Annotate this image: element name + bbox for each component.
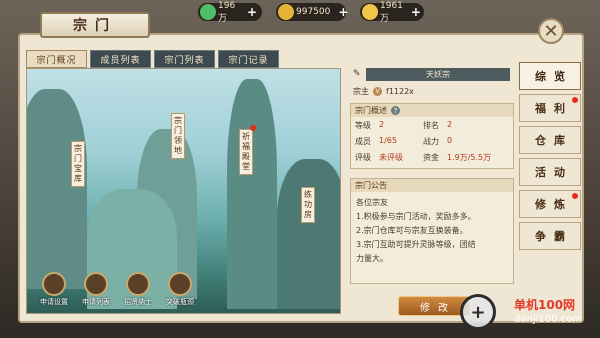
add-ingot-button[interactable]: + xyxy=(338,5,348,19)
help-icon[interactable]: ? xyxy=(391,106,400,115)
side-menu: 综览 福利 仓库 活动 修炼 争霸 xyxy=(519,62,581,254)
side-menu-overview[interactable]: 综览 xyxy=(519,62,581,90)
watermark-logo-icon: + xyxy=(460,294,496,330)
notice-box: 宗门公告 各位宗友 1.积极参与宗门活动，奖励多多。 2.宗门仓库可与宗友互换装… xyxy=(350,178,514,284)
ingot-resource: 997500 + xyxy=(276,3,348,21)
building-label-land[interactable]: 宗门领地 xyxy=(171,113,185,159)
building-label-training[interactable]: 练功房 xyxy=(301,187,315,223)
tab-bar: 宗门概况 成员列表 宗门列表 宗门记录 xyxy=(26,50,279,68)
scene-actions: 申请设置 申请列表 招贤纳士 突破瓶颈 xyxy=(35,272,199,307)
notice-text: 各位宗友 1.积极参与宗门活动，奖励多多。 2.宗门仓库可与宗友互换装备。 3.… xyxy=(356,198,476,263)
add-jade-button[interactable]: + xyxy=(247,5,257,19)
close-icon: ✕ xyxy=(543,20,559,42)
overview-box: 宗门概述 ? 等级 2 排名 2 成员 1/65 战力 0 评级 未评级 资金 … xyxy=(350,103,514,169)
mountain xyxy=(277,159,340,309)
list-icon xyxy=(84,272,108,296)
side-menu-activity[interactable]: 活动 xyxy=(519,158,581,186)
breakthrough-icon xyxy=(168,272,192,296)
side-menu-warehouse[interactable]: 仓库 xyxy=(519,126,581,154)
coin-resource: 1961万 + xyxy=(360,1,424,24)
jade-resource: 196万 + xyxy=(198,1,262,24)
jade-icon xyxy=(200,4,216,20)
mountain xyxy=(27,89,87,289)
mountain xyxy=(227,79,277,309)
side-menu-contest[interactable]: 争霸 xyxy=(519,222,581,250)
edit-name-icon[interactable]: ✎ xyxy=(353,69,361,79)
apply-settings-button[interactable]: 申请设置 xyxy=(35,272,73,307)
sect-name: 天妖宗 xyxy=(366,68,510,81)
tab-records[interactable]: 宗门记录 xyxy=(218,50,279,68)
settings-icon xyxy=(42,272,66,296)
building-label-treasury[interactable]: 宗门宝库 xyxy=(71,141,85,187)
close-button[interactable]: ✕ xyxy=(538,18,564,44)
watermark: + 单机100网 danji100.com xyxy=(458,290,598,336)
add-coin-button[interactable]: + xyxy=(411,5,421,19)
sect-scene: 宗门宝库 宗门领地 祈福殿堂 练功房 申请设置 申请列表 招贤纳士 突破瓶颈 xyxy=(26,68,341,314)
building-label-blessing[interactable]: 祈福殿堂 xyxy=(239,129,253,175)
sect-leader: 宗主 V f1122x xyxy=(353,87,414,96)
tab-overview[interactable]: 宗门概况 xyxy=(26,50,87,68)
notification-dot xyxy=(572,193,578,199)
breakthrough-button[interactable]: 突破瓶颈 xyxy=(161,272,199,307)
page-title: 宗门 xyxy=(40,12,150,38)
tab-sect-list[interactable]: 宗门列表 xyxy=(154,50,215,68)
vip-badge-icon: V xyxy=(373,87,382,96)
gold-ingot-icon xyxy=(278,4,294,20)
side-menu-cultivation[interactable]: 修炼 xyxy=(519,190,581,218)
recruit-button[interactable]: 招贤纳士 xyxy=(119,272,157,307)
side-menu-welfare[interactable]: 福利 xyxy=(519,94,581,122)
tab-members[interactable]: 成员列表 xyxy=(90,50,151,68)
notification-dot xyxy=(250,125,256,131)
overview-stats: 等级 2 排名 2 成员 1/65 战力 0 评级 未评级 资金 1.9万/5.… xyxy=(355,120,492,162)
apply-list-button[interactable]: 申请列表 xyxy=(77,272,115,307)
recruit-icon xyxy=(126,272,150,296)
notification-dot xyxy=(572,97,578,103)
coin-icon xyxy=(362,4,378,20)
